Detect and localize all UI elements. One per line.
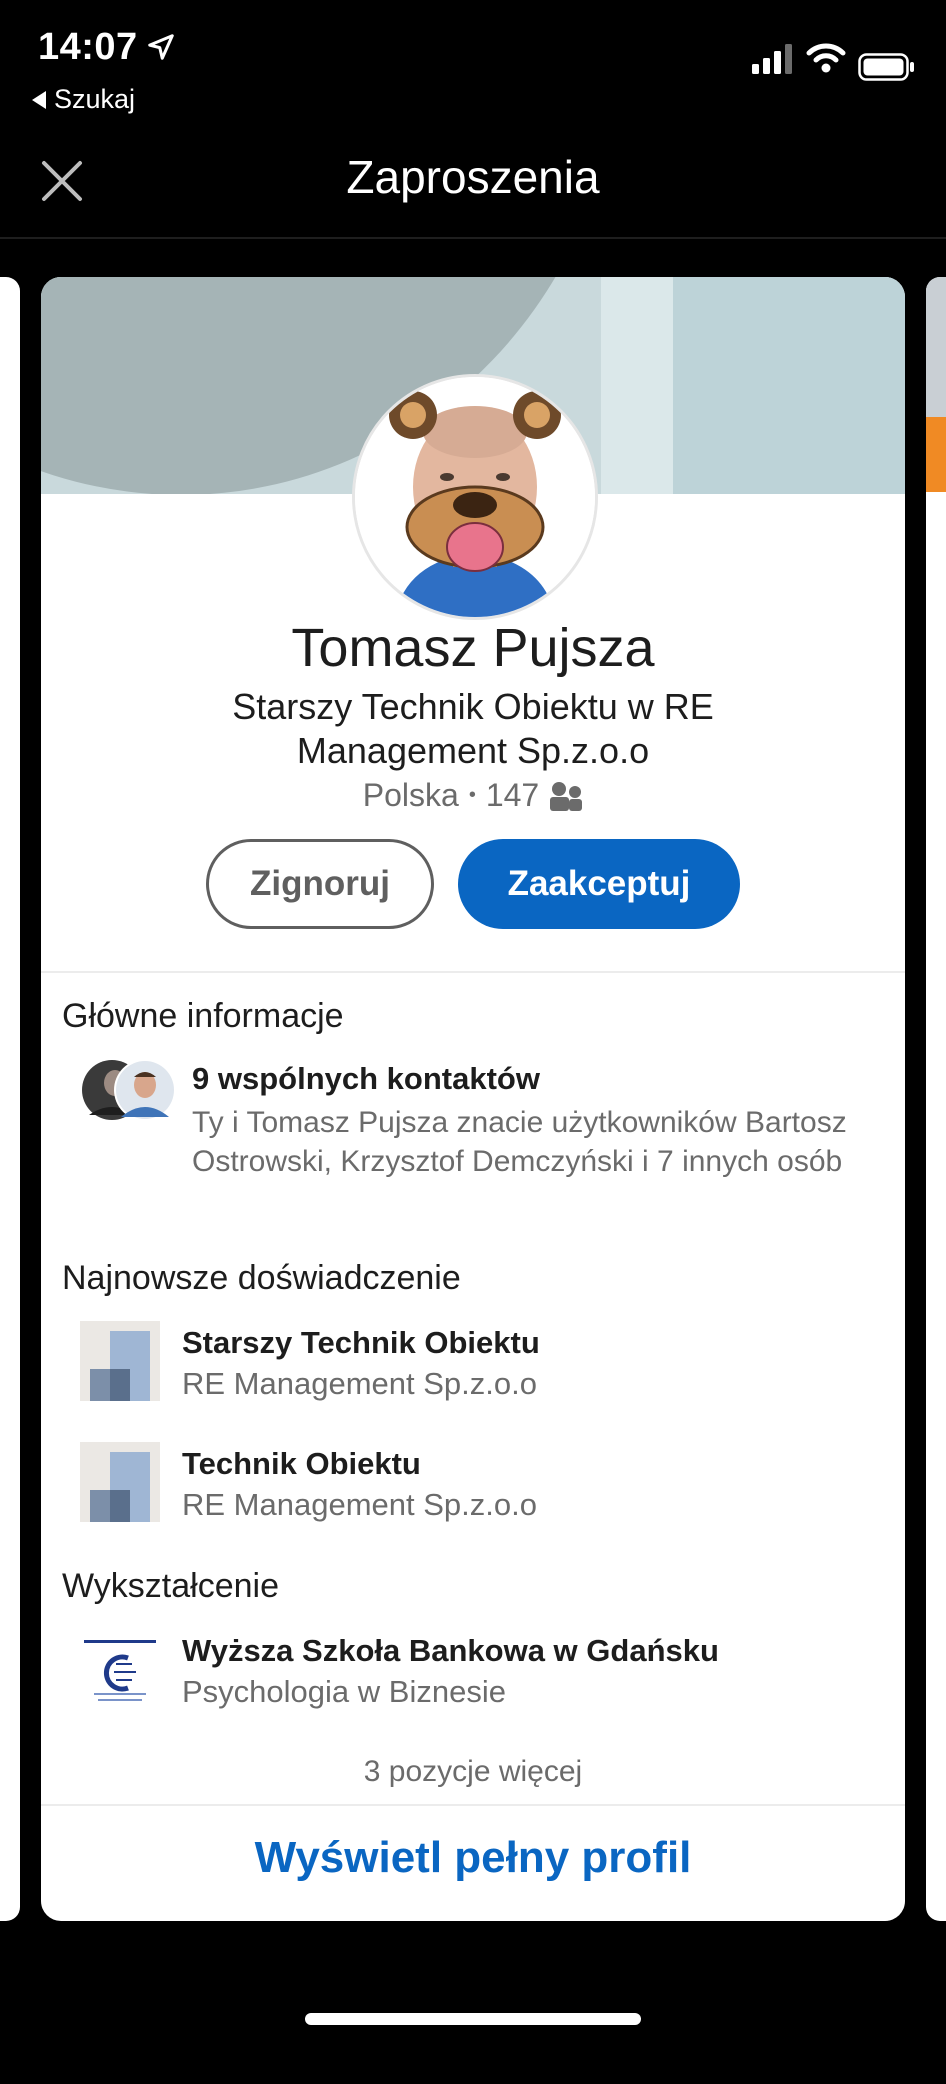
profile-name: Tomasz Pujsza bbox=[291, 618, 655, 678]
home-indicator[interactable] bbox=[305, 2013, 641, 2025]
highlights-title: Główne informacje bbox=[62, 997, 344, 1035]
back-to-search-link[interactable]: Szukaj bbox=[32, 84, 135, 115]
section-divider bbox=[41, 971, 905, 973]
separator-dot: • bbox=[468, 784, 476, 806]
mutual-connections-avatars[interactable] bbox=[79, 1057, 179, 1123]
more-positions-link[interactable]: 3 pozycje więcej bbox=[41, 1755, 905, 1789]
previous-invitation-card[interactable] bbox=[0, 277, 20, 1921]
header-divider bbox=[0, 237, 946, 239]
profile-location: Polska bbox=[362, 777, 459, 813]
mutual-connections-description: Ty i Tomasz Pujsza znacie użytkowników B… bbox=[192, 1106, 847, 1178]
view-full-profile-button[interactable]: Wyświetl pełny profil bbox=[41, 1833, 905, 1883]
school-logo bbox=[80, 1632, 160, 1712]
battery-icon bbox=[858, 53, 914, 81]
avatar[interactable] bbox=[352, 374, 598, 620]
education-title: Wykształcenie bbox=[62, 1567, 279, 1605]
accept-button[interactable]: Zaakceptuj bbox=[458, 839, 740, 929]
back-label: Szukaj bbox=[54, 84, 136, 114]
invitation-card: Tomasz Pujsza Starszy Technik Obiektu w … bbox=[41, 277, 905, 1921]
profile-meta: Polska • 147 bbox=[41, 777, 905, 814]
people-icon bbox=[550, 781, 583, 811]
ignore-button[interactable]: Zignoruj bbox=[206, 839, 434, 929]
experience-item-company: RE Management Sp.z.o.o bbox=[182, 1487, 537, 1522]
signal-icon bbox=[752, 44, 792, 74]
profile-headline: Starszy Technik Obiektu w RE Management … bbox=[232, 686, 714, 771]
school-name[interactable]: Wyższa Szkoła Bankowa w Gdańsku bbox=[182, 1633, 719, 1669]
location-arrow-icon bbox=[148, 34, 174, 60]
next-invitation-card[interactable] bbox=[926, 277, 946, 1921]
wifi-icon bbox=[806, 43, 846, 73]
experience-item-company: RE Management Sp.z.o.o bbox=[182, 1366, 537, 1401]
experience-item-title[interactable]: Starszy Technik Obiektu bbox=[182, 1325, 540, 1361]
company-logo bbox=[80, 1442, 160, 1522]
experience-item-title[interactable]: Technik Obiektu bbox=[182, 1446, 421, 1482]
connections-count: 147 bbox=[485, 777, 540, 813]
mutual-connections-title[interactable]: 9 wspólnych kontaktów bbox=[192, 1061, 540, 1097]
status-time: 14:07 bbox=[38, 26, 138, 68]
school-field: Psychologia w Biznesie bbox=[182, 1674, 506, 1709]
footer-divider bbox=[41, 1804, 905, 1806]
back-triangle-icon bbox=[32, 90, 46, 109]
avatar-photo bbox=[355, 377, 595, 617]
next-card-banner-accent bbox=[926, 417, 946, 492]
page-title: Zaproszenia bbox=[346, 151, 600, 203]
experience-title: Najnowsze doświadczenie bbox=[62, 1259, 461, 1297]
banner-background-right bbox=[637, 277, 905, 494]
banner-stripe bbox=[601, 277, 673, 494]
company-logo bbox=[80, 1321, 160, 1401]
